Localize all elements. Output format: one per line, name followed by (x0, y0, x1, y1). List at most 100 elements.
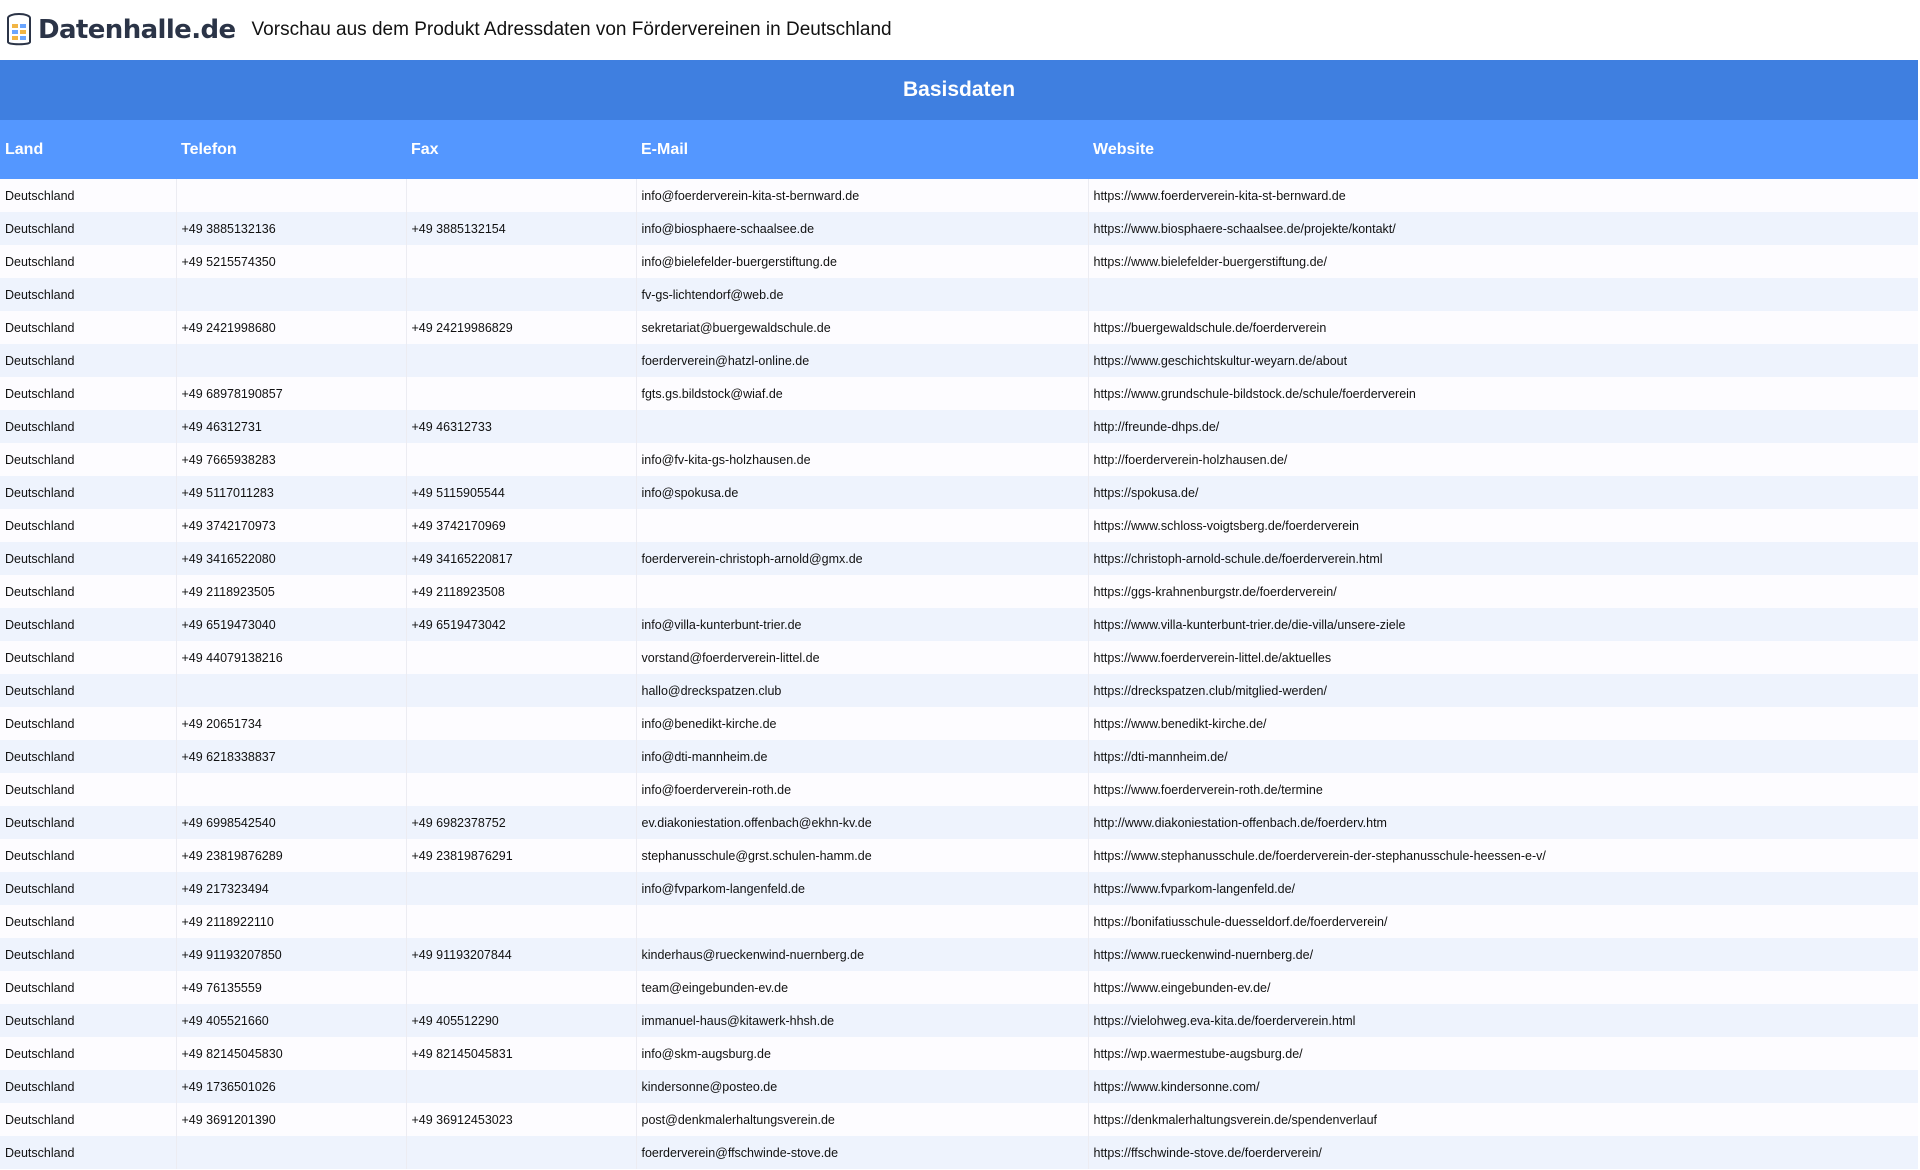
column-header-telefon[interactable]: Telefon (176, 120, 406, 179)
cell-fax: +49 91193207844 (406, 938, 637, 971)
table-row: Deutschland +49 82145045830 +49 8214504583… (0, 1037, 1919, 1070)
cell-email: foerderverein-christoph-arnold@gmx.de (636, 542, 1089, 575)
cell-land: Deutschland (0, 773, 177, 806)
table-row: Deutschland +49 3742170973 +49 3742170969 h… (0, 509, 1919, 542)
cell-email: fgts.gs.bildstock@wiaf.de (636, 377, 1089, 410)
cell-email: info@benedikt-kirche.de (636, 707, 1089, 740)
cell-fax (406, 377, 637, 410)
cell-fax: +49 24219986829 (406, 311, 637, 344)
table-row: Deutschland +49 3885132136 +49 3885132154 i… (0, 212, 1919, 245)
table-row: Deutschland info@foerderverein-roth.de htt… (0, 773, 1919, 806)
cell-land: Deutschland (0, 344, 177, 377)
cell-fax (406, 1070, 637, 1103)
cell-email: info@skm-augsburg.de (636, 1037, 1089, 1070)
cell-land: Deutschland (0, 707, 177, 740)
cell-website: https://bonifatiusschule-duesseldorf.de/… (1088, 905, 1919, 938)
cell-land: Deutschland (0, 1136, 177, 1169)
cell-email: hallo@dreckspatzen.club (636, 674, 1089, 707)
cell-email: info@fv-kita-gs-holzhausen.de (636, 443, 1089, 476)
cell-land: Deutschland (0, 476, 177, 509)
cell-email: fv-gs-lichtendorf@web.de (636, 278, 1089, 311)
cell-fax (406, 971, 637, 1004)
cell-land: Deutschland (0, 311, 177, 344)
table-row: Deutschland hallo@dreckspatzen.club https:… (0, 674, 1919, 707)
cell-website: https://buergewaldschule.de/foerderverei… (1088, 311, 1919, 344)
cell-website: https://www.rueckenwind-nuernberg.de/ (1088, 938, 1919, 971)
table-row: Deutschland info@foerderverein-kita-st-be… (0, 179, 1919, 212)
cell-land: Deutschland (0, 212, 177, 245)
cell-land: Deutschland (0, 245, 177, 278)
cell-land: Deutschland (0, 443, 177, 476)
cell-land: Deutschland (0, 905, 177, 938)
column-header-email[interactable]: E-Mail (636, 120, 1088, 179)
cell-email: stephanusschule@grst.schulen-hamm.de (636, 839, 1089, 872)
cell-fax (406, 1136, 637, 1169)
cell-website: https://christoph-arnold-schule.de/foerd… (1088, 542, 1919, 575)
cell-fax: +49 3742170969 (406, 509, 637, 542)
cell-website: https://www.benedikt-kirche.de/ (1088, 707, 1919, 740)
table-row: Deutschland +49 3691201390 +49 36912453023… (0, 1103, 1919, 1136)
cell-website: https://ggs-krahnenburgstr.de/foerderver… (1088, 575, 1919, 608)
cell-telefon: +49 405521660 (176, 1004, 407, 1037)
data-table-container: Basisdaten Land Telefon Fax E-Mail Websi… (0, 60, 1919, 1169)
cell-email: info@biosphaere-schaalsee.de (636, 212, 1089, 245)
cell-telefon: +49 76135559 (176, 971, 407, 1004)
cell-website: http://freunde-dhps.de/ (1088, 410, 1919, 443)
logo[interactable]: Datenhalle.de (6, 13, 236, 47)
cell-website: https://www.stephanusschule.de/foerderve… (1088, 839, 1919, 872)
table-row: Deutschland +49 405521660 +49 405512290 imm… (0, 1004, 1919, 1037)
cell-email: post@denkmalerhaltungsverein.de (636, 1103, 1089, 1136)
cell-fax (406, 278, 637, 311)
cell-email: kindersonne@posteo.de (636, 1070, 1089, 1103)
cell-land: Deutschland (0, 938, 177, 971)
table-row: Deutschland +49 20651734 info@benedikt-kir… (0, 707, 1919, 740)
cell-email (636, 575, 1089, 608)
cell-website: https://www.foerderverein-littel.de/aktu… (1088, 641, 1919, 674)
page-header: Datenhalle.de Vorschau aus dem Produkt A… (0, 0, 1920, 60)
cell-fax (406, 641, 637, 674)
table-row: Deutschland +49 6998542540 +49 6982378752 e… (0, 806, 1919, 839)
cell-telefon (176, 278, 407, 311)
cell-telefon: +49 6218338837 (176, 740, 407, 773)
cell-website: https://www.kindersonne.com/ (1088, 1070, 1919, 1103)
cell-website: https://wp.waermestube-augsburg.de/ (1088, 1037, 1919, 1070)
data-table: Basisdaten Land Telefon Fax E-Mail Websi… (0, 60, 1919, 1169)
cell-fax (406, 179, 637, 212)
column-header-fax[interactable]: Fax (406, 120, 636, 179)
cell-email: kinderhaus@rueckenwind-nuernberg.de (636, 938, 1089, 971)
cell-fax (406, 707, 637, 740)
cell-telefon: +49 3691201390 (176, 1103, 407, 1136)
cell-website: https://denkmalerhaltungsverein.de/spend… (1088, 1103, 1919, 1136)
cell-website: http://foerderverein-holzhausen.de/ (1088, 443, 1919, 476)
table-row: Deutschland +49 2118922110 https://bonifat… (0, 905, 1919, 938)
table-row: Deutschland +49 68978190857 fgts.gs.bildst… (0, 377, 1919, 410)
table-row: Deutschland +49 7665938283 info@fv-kita-gs… (0, 443, 1919, 476)
cell-website: https://vielohweg.eva-kita.de/foerderver… (1088, 1004, 1919, 1037)
cell-fax: +49 5115905544 (406, 476, 637, 509)
cell-email: foerderverein@hatzl-online.de (636, 344, 1089, 377)
cell-website: https://www.foerderverein-kita-st-bernwa… (1088, 179, 1919, 212)
cell-land: Deutschland (0, 575, 177, 608)
cell-fax (406, 674, 637, 707)
cell-telefon: +49 6519473040 (176, 608, 407, 641)
cell-telefon: +49 2118922110 (176, 905, 407, 938)
cell-telefon: +49 7665938283 (176, 443, 407, 476)
cell-telefon: +49 5215574350 (176, 245, 407, 278)
cell-telefon: +49 91193207850 (176, 938, 407, 971)
cell-land: Deutschland (0, 179, 177, 212)
cell-email: info@villa-kunterbunt-trier.de (636, 608, 1089, 641)
column-header-website[interactable]: Website (1088, 120, 1919, 179)
cell-land: Deutschland (0, 1037, 177, 1070)
cell-email: info@spokusa.de (636, 476, 1089, 509)
table-row: Deutschland fv-gs-lichtendorf@web.de (0, 278, 1919, 311)
cell-telefon (176, 674, 407, 707)
cell-telefon (176, 773, 407, 806)
cell-email (636, 410, 1089, 443)
table-row: Deutschland +49 3416522080 +49 34165220817… (0, 542, 1919, 575)
cell-website: https://www.eingebunden-ev.de/ (1088, 971, 1919, 1004)
group-header-basisdaten: Basisdaten (0, 60, 1919, 120)
column-header-land[interactable]: Land (0, 120, 176, 179)
cell-fax (406, 344, 637, 377)
cell-telefon: +49 1736501026 (176, 1070, 407, 1103)
cell-fax: +49 23819876291 (406, 839, 637, 872)
